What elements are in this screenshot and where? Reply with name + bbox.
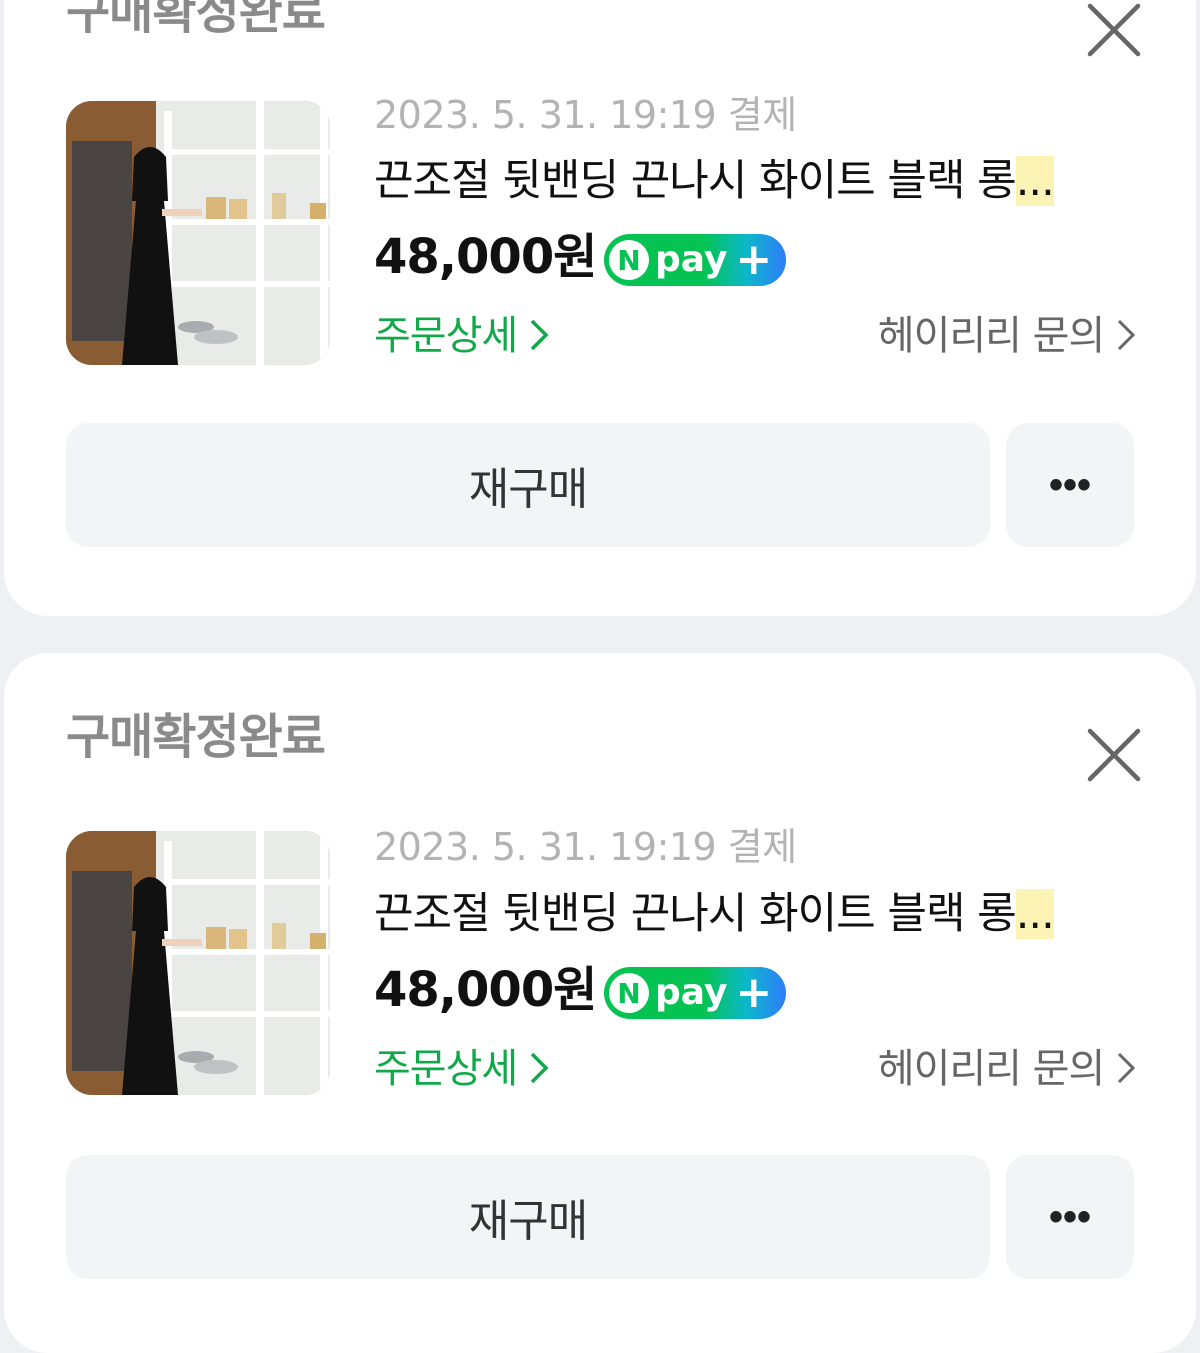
product-thumbnail[interactable] [66,831,330,1095]
order-status: 구매확정완료 [66,709,326,765]
order-status: 구매확정완료 [66,0,326,40]
product-price: 48,000원 [374,229,597,285]
close-icon[interactable] [1084,0,1144,60]
more-options-button[interactable]: ••• [1006,423,1134,547]
npay-plus-badge: N pay + [604,234,786,286]
product-title[interactable]: 끈조절 뒷밴딩 끈나시 화이트 블랙 롱... [374,156,1134,206]
title-ellipsis: ... [1015,156,1055,206]
npay-label: pay [655,239,728,280]
product-thumbnail[interactable] [66,101,330,365]
payment-date: 2023. 5. 31. 19:19 결제 [374,93,797,137]
npay-plus-badge: N pay + [604,967,786,1019]
npay-label: pay [655,972,728,1013]
order-card: 구매확정완료 2023. 5. 31. 19:19 결제 끈조절 뒷밴딩 끈나시… [4,0,1196,616]
product-price: 48,000원 [374,962,597,1018]
rebuy-button[interactable]: 재구매 [66,423,990,547]
more-options-button[interactable]: ••• [1006,1155,1134,1279]
payment-date: 2023. 5. 31. 19:19 결제 [374,825,797,869]
rebuy-button[interactable]: 재구매 [66,1155,990,1279]
chevron-right-icon [530,1052,549,1084]
order-detail-link[interactable]: 주문상세 [374,1049,549,1089]
seller-inquiry-link[interactable]: 헤이리리 문의 [878,1049,1136,1089]
order-detail-link[interactable]: 주문상세 [374,316,549,356]
chevron-right-icon [1117,319,1136,351]
npay-n-icon: N [609,240,649,280]
seller-inquiry-link[interactable]: 헤이리리 문의 [878,316,1136,356]
chevron-right-icon [530,319,549,351]
chevron-right-icon [1117,1052,1136,1084]
title-ellipsis: ... [1015,889,1055,939]
npay-n-icon: N [609,973,649,1013]
npay-plus-icon: + [735,234,773,285]
close-icon[interactable] [1084,725,1144,785]
order-card: 구매확정완료 2023. 5. 31. 19:19 결제 끈조절 뒷밴딩 끈나시… [4,653,1196,1353]
product-title[interactable]: 끈조절 뒷밴딩 끈나시 화이트 블랙 롱... [374,889,1134,939]
npay-plus-icon: + [735,967,773,1018]
